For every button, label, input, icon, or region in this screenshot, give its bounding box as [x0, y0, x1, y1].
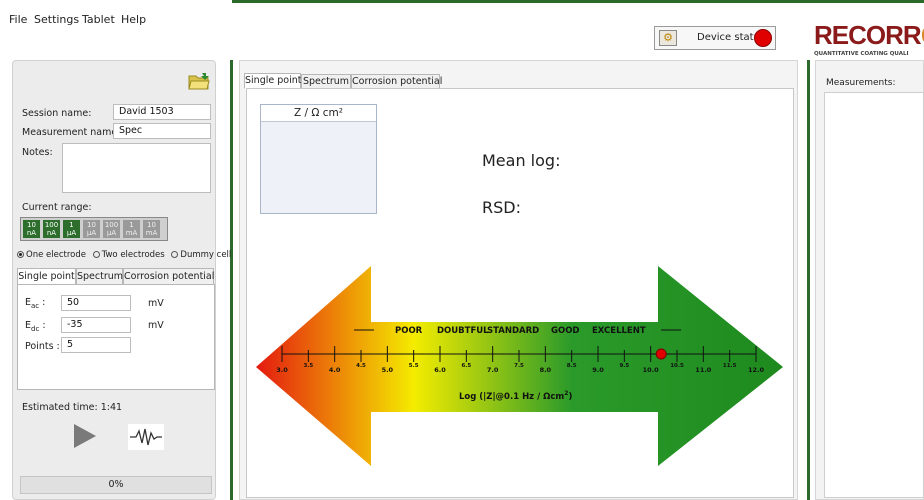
waveform-icon[interactable]	[128, 424, 164, 450]
range-10ma-button[interactable]: 10 mA	[143, 220, 160, 238]
menu-settings[interactable]: Settings	[34, 13, 79, 26]
notes-label: Notes:	[22, 147, 53, 158]
scale-tick-label: 4.0	[329, 366, 341, 374]
scale-tick-label: 9.0	[592, 366, 604, 374]
scale-tick-label: 6.0	[434, 366, 446, 374]
measurement-marker	[655, 348, 667, 360]
range-1ma-button[interactable]: 1 mA	[123, 220, 140, 238]
category-standard: STANDARD	[487, 326, 539, 336]
scale-tick-label: 12.0	[748, 366, 765, 374]
range-100ua-button[interactable]: 100 µA	[103, 220, 120, 238]
measurements-label: Measurements:	[826, 78, 896, 88]
recorr-logo: RECORRQC QUANTITATIVE COATING QUALI	[812, 20, 924, 60]
eac-label: Eac :	[25, 297, 46, 310]
scale-tick-label: 7.0	[487, 366, 499, 374]
edc-label: Edc :	[25, 320, 46, 333]
scale-tick-label: 10.5	[670, 363, 684, 369]
scale-tick-label: 5.5	[409, 363, 419, 369]
edc-field[interactable]: -35	[61, 317, 131, 333]
device-status-box: ⚙ Device status:	[654, 26, 776, 50]
scale-tick-label: 7.5	[514, 363, 524, 369]
center-tab-corrosion-potential[interactable]: Corrosion potential	[351, 74, 442, 89]
radio-icon	[92, 251, 100, 258]
left-tab-spectrum[interactable]: Spectrum	[76, 268, 123, 285]
scale-tick-label: 11.0	[695, 366, 712, 374]
impedance-table: Z / Ω cm²	[260, 104, 377, 214]
scale-tick-label: 3.0	[276, 366, 288, 374]
eac-field[interactable]: 50	[61, 295, 131, 311]
scale-tick-label: 4.5	[356, 363, 366, 369]
scale-tick-label: 8.5	[567, 363, 577, 369]
scale-tick-label: 8.0	[540, 366, 552, 374]
estimated-time: Estimated time: 1:41	[22, 402, 123, 413]
points-label: Points :	[25, 341, 60, 352]
scale-tick-label: 11.5	[723, 363, 737, 369]
quality-scale-arrow: POOR DOUBTFUL STANDARD GOOD EXCELLENT 3.…	[256, 266, 783, 466]
dummy-cell-radio[interactable]: Dummy cell	[171, 250, 231, 260]
range-10ua-button[interactable]: 10 µA	[83, 220, 100, 238]
edc-unit: mV	[148, 320, 164, 331]
menu-bar: File Settings Tablet Help	[0, 0, 924, 36]
two-electrodes-radio[interactable]: Two electrodes	[92, 250, 165, 260]
right-divider	[807, 60, 810, 500]
category-excellent: EXCELLENT	[592, 326, 646, 336]
current-range-selector: 10 nA 100 nA 1 µA 10 µA 100 µA 1 mA 10 mA	[20, 217, 168, 241]
scale-tick-label: 9.5	[619, 363, 629, 369]
center-tab-single-point[interactable]: Single point	[244, 73, 301, 89]
mean-log-label: Mean log:	[482, 151, 561, 170]
menu-help[interactable]: Help	[121, 13, 146, 26]
play-button[interactable]	[74, 424, 96, 448]
session-name-label: Session name:	[22, 108, 92, 119]
range-100na-button[interactable]: 100 nA	[43, 220, 60, 238]
radio-selected-icon	[17, 251, 24, 258]
scale-tick-label: 10.0	[643, 366, 660, 374]
one-electrode-radio[interactable]: One electrode	[17, 250, 86, 260]
current-range-label: Current range:	[22, 202, 92, 213]
range-10na-button[interactable]: 10 nA	[23, 220, 40, 238]
open-folder-icon[interactable]	[188, 72, 210, 90]
center-tab-spectrum[interactable]: Spectrum	[301, 74, 351, 89]
session-name-field[interactable]: David 1503	[113, 104, 211, 120]
radio-icon	[171, 251, 179, 258]
category-good: GOOD	[551, 326, 579, 336]
device-status-indicator	[754, 29, 772, 47]
progress-bar: 0%	[20, 476, 212, 494]
eac-unit: mV	[148, 298, 164, 309]
scale-tick-label: 5.0	[382, 366, 394, 374]
progress-text: 0%	[108, 479, 124, 490]
left-tab-corrosion-potential[interactable]: Corrosion potential	[123, 268, 214, 285]
range-1ua-button[interactable]: 1 µA	[63, 220, 80, 238]
measurement-name-label: Measurement name:	[22, 127, 121, 138]
category-doubtful: DOUBTFUL	[437, 326, 489, 336]
device-icon[interactable]: ⚙	[659, 30, 677, 46]
top-accent-line	[232, 0, 924, 3]
impedance-column-header: Z / Ω cm²	[261, 105, 376, 122]
left-tab-single-point[interactable]: Single point	[17, 268, 76, 285]
points-field[interactable]: 5	[61, 337, 131, 353]
measurements-list	[824, 92, 924, 498]
left-divider	[230, 60, 233, 500]
rsd-label: RSD:	[482, 198, 521, 217]
menu-file[interactable]: File	[9, 13, 27, 26]
logo-main-text: RECORR	[814, 20, 922, 50]
scale-axis-label: Log (|Z|@0.1 Hz / Ωcm2)	[459, 390, 572, 402]
logo-subtitle: QUANTITATIVE COATING QUALI	[814, 51, 909, 57]
category-poor: POOR	[395, 326, 423, 336]
menu-tablet[interactable]: Tablet	[82, 13, 115, 26]
scale-tick-label: 6.5	[461, 363, 471, 369]
scale-tick-label: 3.5	[303, 363, 313, 369]
electrode-options: One electrode Two electrodes Dummy cell	[17, 250, 231, 262]
measurement-name-field[interactable]: Spec	[113, 123, 211, 139]
notes-field[interactable]	[62, 143, 211, 193]
